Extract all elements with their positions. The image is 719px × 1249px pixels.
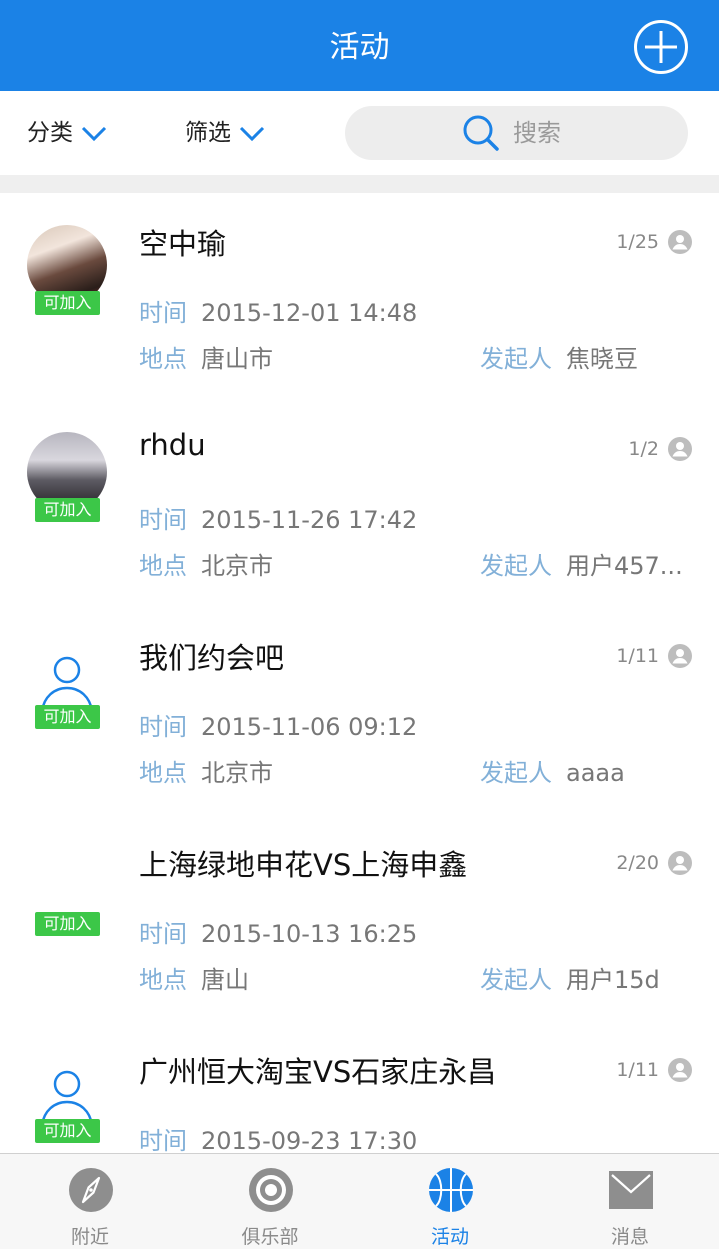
activity-item[interactable]: 可加入 rhdu 1/2 时间 2015-11-26 17:42 地点 北京市 发起… bbox=[0, 400, 719, 608]
place-row: 地点 唐山市 bbox=[139, 339, 273, 374]
time-row: 时间 2015-11-26 17:42 bbox=[139, 500, 417, 535]
place-label: 地点 bbox=[139, 759, 187, 787]
place-label: 地点 bbox=[139, 345, 187, 373]
tab-label: 俱乐部 bbox=[241, 1226, 299, 1248]
organizer-row: 发起人 用户15d bbox=[480, 960, 660, 995]
organizer-row: 发起人 aaaa bbox=[480, 753, 625, 788]
time-label: 时间 bbox=[139, 1127, 187, 1153]
chevron-down-icon bbox=[81, 126, 107, 142]
joinable-badge: 可加入 bbox=[35, 1119, 100, 1143]
activity-title: 上海绿地申花VS上海申鑫 bbox=[139, 848, 468, 882]
joinable-badge: 可加入 bbox=[35, 291, 100, 315]
time-value: 2015-11-26 17:42 bbox=[201, 506, 418, 534]
organizer-row: 发起人 用户457... bbox=[480, 546, 683, 581]
time-label: 时间 bbox=[139, 299, 187, 327]
tab-label: 消息 bbox=[610, 1226, 649, 1248]
time-label: 时间 bbox=[139, 920, 187, 948]
joinable-badge: 可加入 bbox=[35, 498, 100, 522]
tab-label: 活动 bbox=[430, 1226, 469, 1248]
category-dropdown[interactable]: 分类 bbox=[27, 115, 107, 151]
tab-messages[interactable]: 消息 bbox=[540, 1154, 719, 1249]
tab-activity[interactable]: 活动 bbox=[360, 1154, 540, 1249]
time-row: 时间 2015-09-23 17:30 bbox=[139, 1121, 417, 1153]
participant-count: 1/11 bbox=[616, 645, 659, 667]
participants-icon bbox=[668, 851, 692, 875]
participant-count: 1/11 bbox=[616, 1059, 659, 1081]
tab-label: 附近 bbox=[70, 1226, 109, 1248]
tab-nearby[interactable]: 附近 bbox=[0, 1154, 180, 1249]
organizer-row: 发起人 焦晓豆 bbox=[480, 339, 638, 374]
filter-label: 筛选 bbox=[185, 120, 231, 146]
organizer-label: 发起人 bbox=[480, 552, 552, 580]
chevron-down-icon bbox=[239, 126, 265, 142]
activity-item[interactable]: 可加入 空中瑜 1/25 时间 2015-12-01 14:48 地点 唐山市 发起… bbox=[0, 193, 719, 401]
participant-count: 1/25 bbox=[616, 231, 659, 253]
organizer-value: 用户15d bbox=[566, 966, 660, 994]
envelope-icon bbox=[609, 1171, 653, 1209]
search-placeholder: 搜索 bbox=[513, 119, 561, 147]
activity-title: 我们约会吧 bbox=[139, 641, 285, 675]
activity-list: 可加入 空中瑜 1/25 时间 2015-12-01 14:48 地点 唐山市 发起… bbox=[0, 193, 719, 1153]
add-activity-icon[interactable] bbox=[633, 19, 689, 75]
place-value: 唐山市 bbox=[201, 345, 273, 373]
joinable-badge: 可加入 bbox=[35, 912, 100, 936]
participants-icon bbox=[668, 644, 692, 668]
filter-toolbar: 分类 筛选 搜索 bbox=[0, 91, 719, 175]
time-value: 2015-09-23 17:30 bbox=[201, 1127, 418, 1153]
time-row: 时间 2015-11-06 09:12 bbox=[139, 707, 417, 742]
participants-icon bbox=[668, 1058, 692, 1082]
place-row: 地点 北京市 bbox=[139, 546, 273, 581]
place-label: 地点 bbox=[139, 966, 187, 994]
time-value: 2015-12-01 14:48 bbox=[201, 299, 418, 327]
activity-item[interactable]: 可加入 我们约会吧 1/11 时间 2015-11-06 09:12 地点 北京市 … bbox=[0, 607, 719, 815]
nav-bar: 活动 bbox=[0, 0, 719, 91]
search-input[interactable]: 搜索 bbox=[345, 106, 688, 160]
category-label: 分类 bbox=[27, 120, 73, 146]
page-title: 活动 bbox=[329, 30, 390, 65]
activity-title: 广州恒大淘宝VS石家庄永昌 bbox=[139, 1055, 497, 1089]
place-row: 地点 唐山 bbox=[139, 960, 249, 995]
activity-title: rhdu bbox=[139, 428, 206, 462]
organizer-value: 用户457... bbox=[566, 552, 683, 580]
participants-icon bbox=[668, 437, 692, 461]
filter-dropdown[interactable]: 筛选 bbox=[185, 115, 265, 151]
activity-title: 空中瑜 bbox=[139, 227, 227, 261]
time-label: 时间 bbox=[139, 506, 187, 534]
participants-icon bbox=[668, 230, 692, 254]
time-row: 时间 2015-12-01 14:48 bbox=[139, 293, 417, 328]
participant-count: 2/20 bbox=[616, 852, 659, 874]
place-value: 北京市 bbox=[201, 759, 273, 787]
time-value: 2015-10-13 16:25 bbox=[201, 920, 418, 948]
organizer-label: 发起人 bbox=[480, 966, 552, 994]
time-label: 时间 bbox=[139, 713, 187, 741]
place-row: 地点 北京市 bbox=[139, 753, 273, 788]
compass-icon bbox=[69, 1168, 113, 1212]
activity-item[interactable]: 可加入 上海绿地申花VS上海申鑫 2/20 时间 2015-10-13 16:25… bbox=[0, 814, 719, 1022]
time-row: 时间 2015-10-13 16:25 bbox=[139, 914, 417, 949]
organizer-label: 发起人 bbox=[480, 345, 552, 373]
section-divider bbox=[0, 175, 719, 193]
organizer-label: 发起人 bbox=[480, 759, 552, 787]
tab-bar: 附近 俱乐部 活动 消息 bbox=[0, 1153, 719, 1249]
search-icon bbox=[463, 115, 499, 151]
organizer-value: aaaa bbox=[566, 759, 625, 787]
activity-item[interactable]: 可加入 广州恒大淘宝VS石家庄永昌 1/11 时间 2015-09-23 17:3… bbox=[0, 1021, 719, 1153]
target-icon bbox=[249, 1168, 293, 1212]
place-value: 北京市 bbox=[201, 552, 273, 580]
basketball-icon bbox=[429, 1168, 473, 1212]
participant-count: 1/2 bbox=[628, 438, 659, 460]
tab-club[interactable]: 俱乐部 bbox=[180, 1154, 360, 1249]
joinable-badge: 可加入 bbox=[35, 705, 100, 729]
time-value: 2015-11-06 09:12 bbox=[201, 713, 418, 741]
organizer-value: 焦晓豆 bbox=[566, 345, 638, 373]
place-value: 唐山 bbox=[201, 966, 249, 994]
place-label: 地点 bbox=[139, 552, 187, 580]
